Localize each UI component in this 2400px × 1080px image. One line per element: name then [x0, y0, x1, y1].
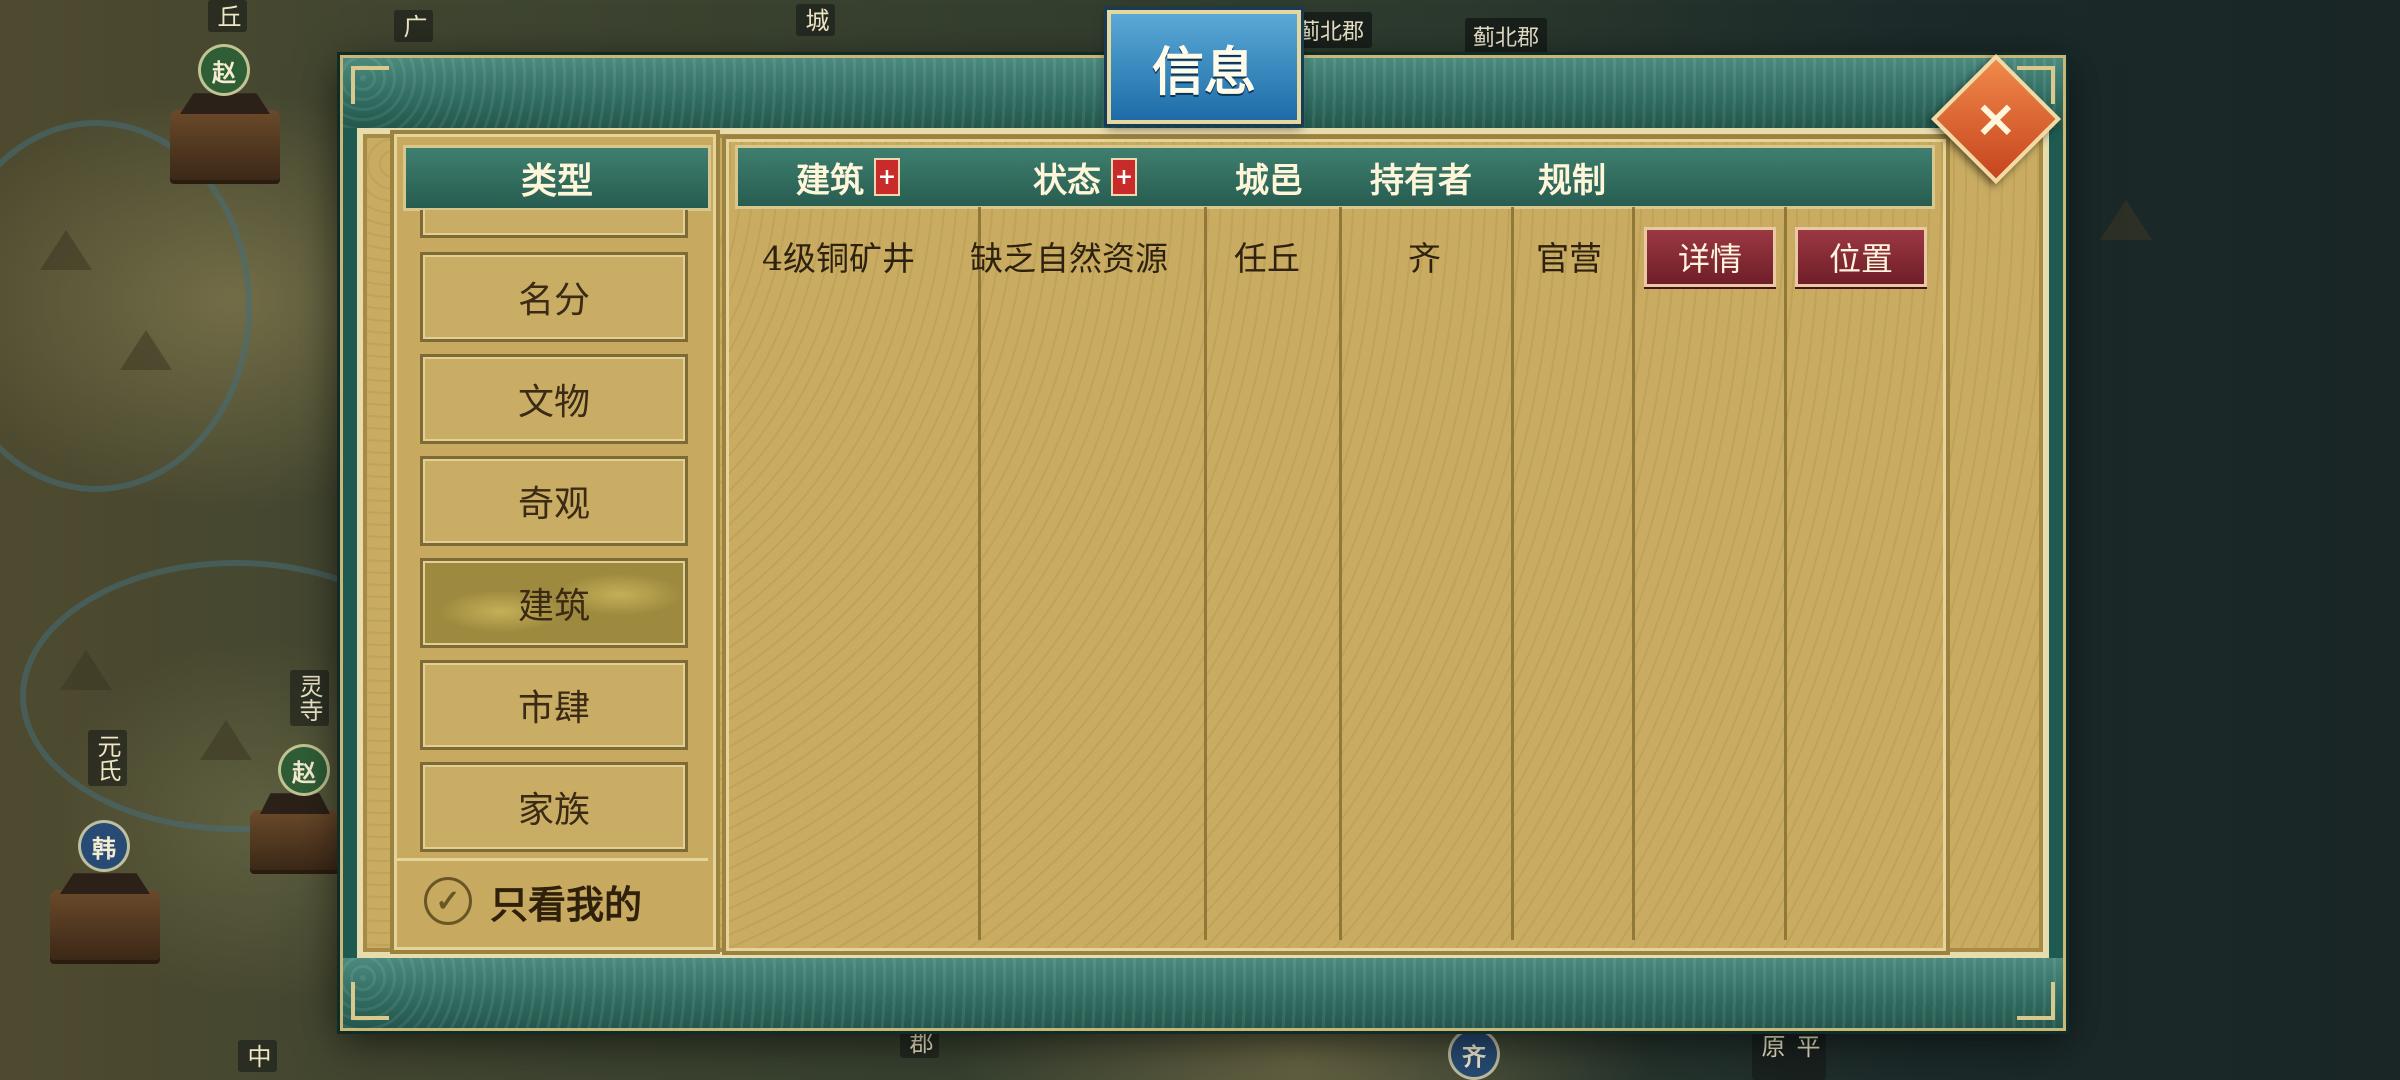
table-header: 建筑 + 状态 + 城邑 持有者 规制 [735, 145, 1935, 209]
divider [394, 858, 708, 861]
cell-owner: 齐 [1408, 239, 1441, 278]
column-header-building[interactable]: 建筑 + [796, 148, 900, 206]
column-label: 规制 [1538, 160, 1606, 201]
mountain [2100, 200, 2152, 240]
column-header-regime: 规制 [1538, 148, 1606, 206]
map-place-label: 丘 [208, 0, 247, 32]
map-region-label: 蓟北郡 [1290, 12, 1373, 48]
column-divider [1204, 207, 1207, 940]
category-item-jianzhu[interactable]: 建筑 [420, 558, 688, 648]
column-header-owner: 持有者 [1370, 148, 1472, 206]
column-label: 城邑 [1235, 160, 1303, 201]
column-divider [1784, 207, 1787, 940]
category-list[interactable]: 名分 文物 奇观 建筑 市肆 家族 [420, 210, 688, 860]
detail-button[interactable]: 详情 [1644, 227, 1776, 287]
sort-icon[interactable]: + [874, 158, 900, 196]
map-place-label: 灵寺 [290, 670, 329, 726]
category-item-partial [420, 210, 688, 238]
column-divider [1632, 207, 1635, 940]
checkmark-icon[interactable]: ✓ [424, 877, 472, 925]
close-icon: × [1974, 88, 2018, 149]
cell-regime: 官营 [1536, 239, 1602, 278]
category-item-shisi[interactable]: 市肆 [420, 660, 688, 750]
category-item-qiguan[interactable]: 奇观 [420, 456, 688, 546]
map-place-label: 城 [796, 4, 835, 36]
map-region-label: 蓟北郡 [1465, 18, 1548, 54]
map-place-label: 广 [394, 10, 433, 42]
frame-corner-ornament [2017, 982, 2055, 1020]
mountain [120, 330, 172, 370]
column-label: 建筑 [796, 160, 864, 201]
column-label: 持有者 [1370, 160, 1472, 201]
map-place-label: 元氏 [88, 730, 127, 786]
city-icon[interactable] [50, 890, 160, 960]
column-header-city: 城邑 [1235, 148, 1303, 206]
map-place-label: 中 [238, 1040, 277, 1072]
category-item-mingfen[interactable]: 名分 [420, 252, 688, 342]
frame-corner-ornament [351, 982, 389, 1020]
mountain [60, 650, 112, 690]
category-item-jiazu[interactable]: 家族 [420, 762, 688, 852]
city-icon[interactable] [250, 810, 340, 870]
category-item-wenwu[interactable]: 文物 [420, 354, 688, 444]
faction-badge[interactable]: 韩 [78, 820, 130, 872]
column-divider [978, 207, 981, 940]
mountain [40, 230, 92, 270]
only-mine-label: 只看我的 [490, 881, 643, 927]
column-label: 状态 [1033, 160, 1101, 201]
mountain [200, 720, 252, 760]
location-button[interactable]: 位置 [1795, 227, 1927, 287]
column-header-status[interactable]: 状态 + [1033, 148, 1137, 206]
faction-badge[interactable]: 齐 [1448, 1028, 1500, 1080]
category-header: 类型 [403, 145, 711, 211]
city-icon[interactable] [170, 110, 280, 180]
dialog-bottom-band [343, 958, 2063, 1028]
sort-icon[interactable]: + [1111, 158, 1137, 196]
column-divider [1339, 207, 1342, 940]
column-divider [1511, 207, 1514, 940]
only-mine-toggle[interactable]: ✓ 只看我的 [420, 868, 700, 934]
faction-badge[interactable]: 赵 [278, 744, 330, 796]
dialog-title: 信息 [1107, 10, 1301, 124]
faction-badge[interactable]: 赵 [198, 44, 250, 96]
cell-city: 任丘 [1234, 239, 1300, 278]
map-place-label: 平原 [1752, 1030, 1826, 1080]
cell-status: 缺乏自然资源 [970, 239, 1168, 278]
cell-building: 4级铜矿井 [762, 239, 915, 278]
frame-corner-ornament [351, 66, 389, 104]
